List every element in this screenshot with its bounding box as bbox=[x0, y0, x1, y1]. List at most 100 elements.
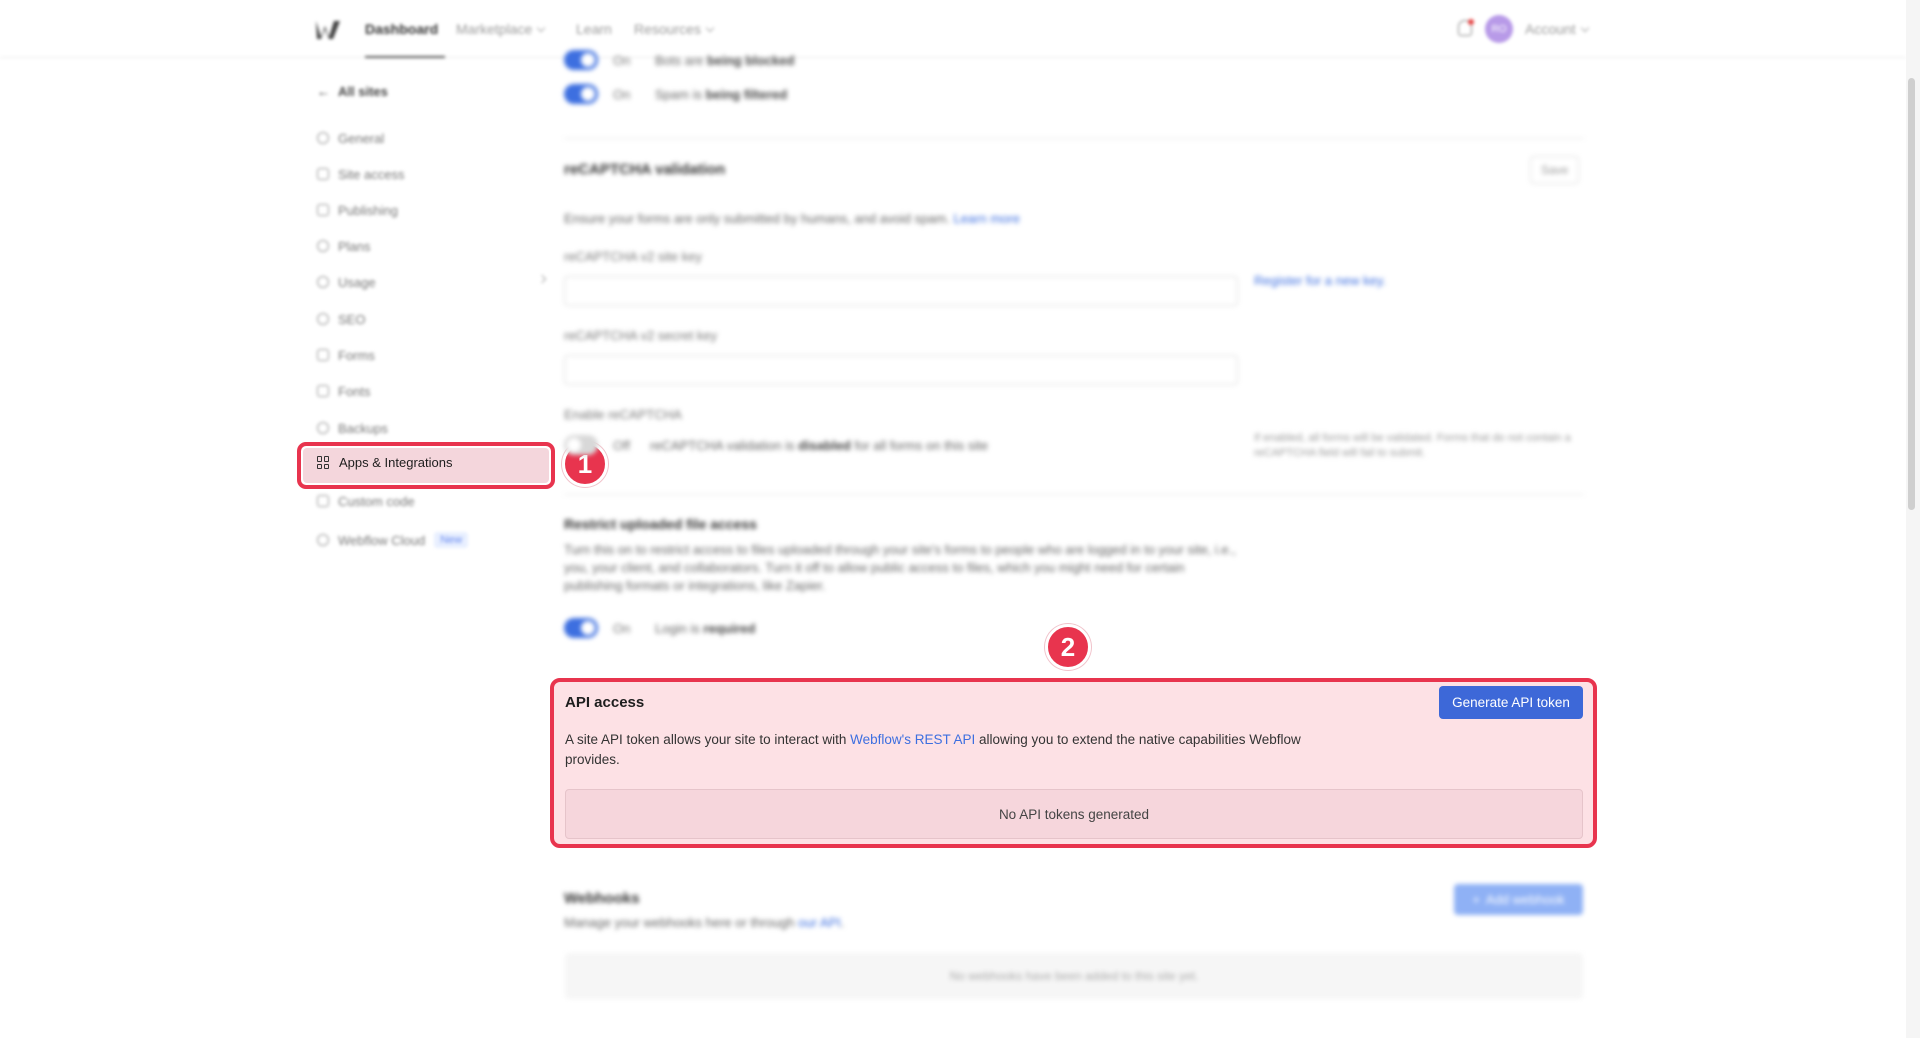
arrow-left-icon: ← bbox=[317, 84, 330, 99]
sidebar-item-label: Forms bbox=[338, 347, 375, 363]
notification-dot bbox=[1468, 19, 1474, 25]
recaptcha-toggle[interactable] bbox=[564, 435, 598, 455]
toggle-state-label: Off bbox=[613, 438, 631, 453]
chevron-down-icon bbox=[537, 23, 546, 32]
apps-grid-icon bbox=[317, 456, 330, 469]
plans-icon bbox=[317, 240, 329, 252]
register-key-link[interactable]: Register for a new key. bbox=[1254, 272, 1386, 290]
webflow-logo-icon[interactable] bbox=[315, 18, 341, 40]
nav-learn-label: Learn bbox=[576, 21, 612, 37]
code-icon bbox=[317, 495, 329, 507]
forms-icon bbox=[317, 349, 329, 361]
sidebar-item-forms[interactable]: Forms bbox=[317, 345, 375, 365]
add-webhook-button[interactable]: + Add webhook bbox=[1454, 884, 1583, 915]
sidebar-item-label: Publishing bbox=[338, 202, 398, 218]
bots-status: Bots are being blocked bbox=[655, 53, 795, 68]
nav-dashboard-label: Dashboard bbox=[365, 21, 439, 37]
gauge-icon bbox=[317, 276, 329, 288]
nav-dashboard[interactable]: Dashboard bbox=[365, 21, 438, 37]
bots-toggle[interactable] bbox=[564, 50, 598, 70]
generate-api-token-button[interactable]: Generate API token bbox=[1439, 686, 1583, 719]
sidebar-item-label: SEO bbox=[338, 311, 366, 327]
secret-key-label: reCAPTCHA v2 secret key bbox=[564, 328, 718, 343]
toggle-state-label: On bbox=[613, 621, 631, 636]
step-badge-2: 2 bbox=[1045, 624, 1091, 670]
recaptcha-note: If enabled, all forms will be validated.… bbox=[1254, 432, 1571, 459]
account-label: Account bbox=[1525, 21, 1576, 37]
restrict-title: Restrict uploaded file access bbox=[564, 516, 757, 532]
sidebar-item-webflow-cloud[interactable]: Webflow Cloud New bbox=[317, 530, 469, 550]
back-to-all-sites[interactable]: ← All sites bbox=[317, 84, 388, 99]
nav-resources-label: Resources bbox=[634, 21, 701, 37]
sidebar-item-label: Site access bbox=[338, 166, 405, 182]
sidebar-item-general[interactable]: General bbox=[317, 128, 384, 148]
new-badge: New bbox=[434, 532, 469, 548]
top-navigation-bar: Dashboard Marketplace Learn Resources RO… bbox=[0, 0, 1906, 58]
recaptcha-title: reCAPTCHA validation bbox=[564, 161, 726, 178]
recaptcha-status: reCAPTCHA validation is disabled for all… bbox=[650, 438, 989, 453]
api-tokens-empty-state: No API tokens generated bbox=[565, 789, 1583, 839]
api-access-description: A site API token allows your site to int… bbox=[565, 732, 1301, 767]
sidebar-item-backups[interactable]: Backups bbox=[317, 418, 388, 438]
toggle-state-label: On bbox=[613, 87, 631, 102]
sidebar-item-plans[interactable]: Plans bbox=[317, 236, 371, 256]
api-access-title: API access bbox=[565, 694, 645, 711]
backup-icon bbox=[317, 422, 329, 434]
enable-recaptcha-label: Enable reCAPTCHA bbox=[564, 407, 682, 422]
chevron-right-icon bbox=[537, 274, 547, 284]
sidebar-item-publishing[interactable]: Publishing bbox=[317, 200, 398, 220]
chevron-down-icon bbox=[705, 23, 715, 32]
sidebar-item-label: Apps & Integrations bbox=[339, 455, 453, 470]
sidebar-item-usage[interactable]: Usage bbox=[317, 272, 557, 292]
search-icon bbox=[317, 313, 329, 325]
recaptcha-save-button[interactable]: Save bbox=[1530, 156, 1580, 184]
nav-learn[interactable]: Learn bbox=[576, 21, 612, 37]
sidebar-item-fonts[interactable]: Fonts bbox=[317, 381, 371, 401]
divider bbox=[564, 138, 1584, 139]
sidebar-item-label: Plans bbox=[338, 238, 371, 254]
restrict-toggle[interactable] bbox=[564, 618, 598, 638]
sidebar-item-apps-integrations[interactable]: Apps & Integrations bbox=[317, 455, 452, 470]
nav-resources[interactable]: Resources bbox=[634, 21, 715, 37]
add-webhook-label: Add webhook bbox=[1485, 892, 1565, 907]
nav-marketplace[interactable]: Marketplace bbox=[456, 21, 546, 37]
key-icon bbox=[317, 168, 329, 180]
toggle-state-label: On bbox=[613, 53, 631, 68]
back-label: All sites bbox=[338, 84, 388, 99]
learn-more-link[interactable]: Learn more bbox=[953, 211, 1019, 226]
site-key-input[interactable] bbox=[564, 276, 1238, 306]
cloud-icon bbox=[317, 534, 329, 546]
our-api-link[interactable]: our API bbox=[798, 915, 841, 930]
account-menu[interactable]: Account bbox=[1525, 21, 1589, 37]
recaptcha-description: Ensure your forms are only submitted by … bbox=[564, 211, 1020, 226]
webhooks-empty-state: No webhooks have been added to this site… bbox=[565, 953, 1583, 999]
gear-icon bbox=[317, 132, 329, 144]
sidebar-item-label: Fonts bbox=[338, 383, 371, 399]
restrict-status: Login is required bbox=[655, 621, 756, 636]
site-key-label: reCAPTCHA v2 site key bbox=[564, 249, 702, 264]
sidebar-item-label: Backups bbox=[338, 420, 388, 436]
sidebar-item-label: Usage bbox=[338, 274, 376, 290]
sidebar-item-custom-code[interactable]: Custom code bbox=[317, 491, 415, 511]
secret-key-input[interactable] bbox=[564, 355, 1238, 385]
sidebar-item-label: General bbox=[338, 130, 385, 146]
spam-status: Spam is being filtered bbox=[655, 87, 788, 102]
active-tab-indicator bbox=[365, 56, 445, 58]
spam-toggle[interactable] bbox=[564, 84, 598, 104]
chevron-down-icon bbox=[1580, 23, 1589, 32]
sidebar-item-label: Custom code bbox=[338, 493, 415, 509]
webhooks-title: Webhooks bbox=[564, 890, 640, 907]
rest-api-link[interactable]: Webflow's REST API bbox=[850, 732, 975, 747]
restrict-description: Turn this on to restrict access to files… bbox=[564, 542, 1236, 593]
nav-marketplace-label: Marketplace bbox=[456, 21, 533, 37]
webhooks-description: Manage your webhooks here or through our… bbox=[564, 915, 845, 930]
scrollbar-thumb[interactable] bbox=[1908, 78, 1915, 510]
avatar[interactable]: RO bbox=[1485, 15, 1513, 43]
font-icon bbox=[317, 385, 329, 397]
divider bbox=[564, 494, 1584, 495]
plus-icon: + bbox=[1472, 892, 1480, 907]
publish-icon bbox=[317, 204, 329, 216]
sidebar-item-seo[interactable]: SEO bbox=[317, 309, 365, 329]
sidebar-item-site-access[interactable]: Site access bbox=[317, 164, 404, 184]
sidebar-item-label: Webflow Cloud bbox=[338, 532, 426, 548]
